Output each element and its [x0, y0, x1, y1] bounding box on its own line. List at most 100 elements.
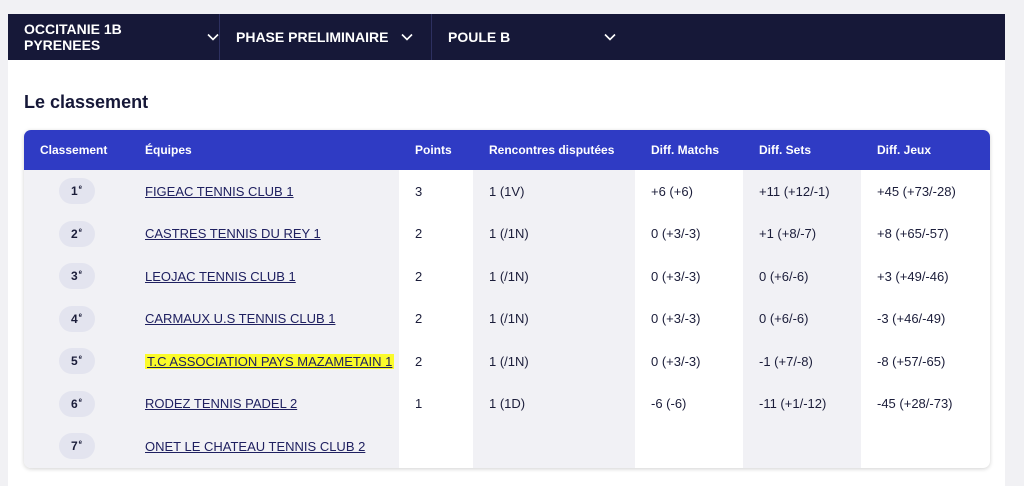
diff-games-cell: +3 (+49/-46) [877, 268, 949, 284]
team-cell: LEOJAC TENNIS CLUB 1 [129, 255, 399, 298]
rank-cell: 1e [24, 170, 129, 213]
table-row: 6 e RODEZ TENNIS PADEL 2 1 1 (1D) -6 (-6) -11 … [24, 382, 990, 425]
team-cell: T.C ASSOCIATION PAYS MAZAMETAIN 1 [129, 340, 399, 383]
points-cell: 2 [415, 311, 423, 327]
team-link[interactable]: RODEZ TENNIS PADEL 2 [145, 396, 297, 411]
team-link[interactable]: CASTRES TENNIS DU REY 1 [145, 226, 321, 241]
played-cell: 1 (1V) [473, 170, 635, 213]
table-row: 4 e CARMAUX U.S TENNIS CLUB 1 2 1 (/1N) 0 (+3… [24, 297, 990, 340]
diff-games-cell: -45 (+28/-73) [877, 396, 953, 412]
table-header-row: Classement Équipes Points Rencontres dis… [24, 130, 990, 170]
chevron-down-icon [207, 33, 219, 41]
diff-matches-cell: 0 (+3/-3) [651, 268, 701, 284]
rank-number: 7 [70, 439, 78, 454]
header-points: Points [415, 143, 452, 157]
played-cell: 1 (1D) [473, 382, 635, 425]
diff-sets-cell: -11 (+1/-12) [743, 382, 861, 425]
played-cell: 1 (/1N) [473, 297, 635, 340]
team-link[interactable]: FIGEAC TENNIS CLUB 1 [145, 184, 294, 199]
rank-cell: 2e [24, 212, 129, 255]
diff-sets-cell [743, 425, 861, 468]
table-row: 3 e LEOJAC TENNIS CLUB 1 2 1 (/1N) 0 (+3/-3) 0… [24, 255, 990, 298]
rank-suffix: e [78, 397, 83, 404]
rank-cell: 7e [24, 425, 129, 468]
diff-sets-cell: -1 (+7/-8) [743, 340, 861, 383]
rank-badge: 7e [58, 433, 95, 460]
diff-sets-cell: 0 (+6/-6) [743, 297, 861, 340]
team-cell: CASTRES TENNIS DU REY 1 [129, 212, 399, 255]
rank-suffix: e [78, 312, 83, 319]
diff-matches-cell: -6 (-6) [651, 396, 687, 412]
points-cell: 2 [415, 353, 423, 369]
points-cell [399, 425, 473, 468]
rank-cell: 3e [24, 255, 129, 298]
rank-number: 3 [70, 269, 78, 284]
team-cell: CARMAUX U.S TENNIS CLUB 1 [129, 297, 399, 340]
chevron-down-icon [604, 33, 616, 41]
rank-badge: 3e [58, 263, 95, 290]
table-row: 2 e CASTRES TENNIS DU REY 121 (/1N) 0 (+3/-… [24, 212, 990, 255]
header-diff-games: Diff. Jeux [877, 143, 932, 157]
header-rank: Classement [40, 143, 108, 157]
table-row: 7 e ONET LE CHATEAU TENNIS CLUB 2 [24, 425, 990, 468]
points-cell: 1 [415, 396, 423, 412]
diff-sets-cell: +1 (+8/-7) [743, 212, 861, 255]
rank-suffix: e [78, 355, 83, 362]
standings-table: Classement Équipes Points Rencontres dis… [24, 130, 990, 468]
team-link[interactable]: LEOJAC TENNIS CLUB 1 [145, 269, 296, 284]
diff-matches-cell: 0 (+3/-3) [651, 311, 701, 327]
league-filter-dropdown[interactable]: OCCITANIE 1B PYRENEES [8, 14, 220, 60]
rank-badge: 1e [58, 178, 95, 205]
team-cell: RODEZ TENNIS PADEL 2 [129, 382, 399, 425]
header-played: Rencontres disputées [489, 143, 615, 157]
rank-badge: 4e [58, 305, 95, 332]
page-frame: OCCITANIE 1B PYRENEES PHASE PRELIMINAIRE… [8, 14, 1005, 486]
rank-suffix: e [78, 185, 83, 192]
rank-number: 5 [70, 354, 78, 369]
pool-filter-label: POULE B [448, 29, 511, 45]
rank-suffix: e [78, 227, 83, 234]
chevron-down-icon [401, 33, 413, 41]
rank-suffix: e [78, 440, 83, 447]
table-row: 5 e T.C ASSOCIATION PAYS MAZAMETAIN 1 2 1 (/… [24, 340, 990, 383]
diff-matches-cell: 0 (+3/-3) [651, 353, 701, 369]
team-link[interactable]: ONET LE CHATEAU TENNIS CLUB 2 [145, 439, 365, 454]
diff-games-cell: -3 (+46/-49) [877, 311, 946, 327]
team-cell: ONET LE CHATEAU TENNIS CLUB 2 [129, 425, 399, 468]
played-cell: 1 (/1N) [473, 255, 635, 298]
points-cell: 2 [415, 226, 423, 242]
played-cell [473, 425, 635, 468]
diff-games-cell: +45 (+73/-28) [877, 183, 956, 199]
filter-bar: OCCITANIE 1B PYRENEES PHASE PRELIMINAIRE… [8, 14, 1005, 60]
team-link[interactable]: T.C ASSOCIATION PAYS MAZAMETAIN 1 [145, 353, 395, 369]
team-cell: FIGEAC TENNIS CLUB 1 [129, 170, 399, 213]
rank-number: 1 [70, 184, 78, 199]
rank-badge: 2e [58, 220, 95, 247]
table-row: 1 e FIGEAC TENNIS CLUB 1 3 1 (1V) +6 (+6) +11 … [24, 170, 990, 213]
rank-number: 2 [70, 226, 78, 241]
diff-matches-cell: 0 (+3/-3) [651, 226, 701, 242]
diff-games-cell [861, 425, 990, 468]
pool-filter-dropdown[interactable]: POULE B [432, 14, 634, 60]
diff-sets-cell: +11 (+12/-1) [743, 170, 861, 213]
played-cell: 1 (/1N) [473, 212, 635, 255]
rank-number: 6 [70, 396, 78, 411]
diff-games-cell: +8 (+65/-57) [877, 226, 949, 242]
rank-suffix: e [78, 270, 83, 277]
phase-filter-dropdown[interactable]: PHASE PRELIMINAIRE [220, 14, 432, 60]
team-link[interactable]: CARMAUX U.S TENNIS CLUB 1 [145, 311, 335, 326]
league-filter-label: OCCITANIE 1B PYRENEES [24, 21, 122, 53]
header-diff-sets: Diff. Sets [759, 143, 812, 157]
diff-sets-cell: 0 (+6/-6) [743, 255, 861, 298]
section-title: Le classement [24, 92, 149, 112]
points-cell: 2 [415, 268, 423, 284]
diff-matches-cell: +6 (+6) [651, 183, 693, 199]
header-diff-matches: Diff. Matchs [651, 143, 720, 157]
diff-games-cell: -8 (+57/-65) [877, 353, 946, 369]
rank-cell: 6e [24, 382, 129, 425]
rank-number: 4 [70, 311, 78, 326]
rank-badge: 6e [58, 390, 95, 417]
header-team: Équipes [145, 143, 192, 157]
rank-cell: 4e [24, 297, 129, 340]
phase-filter-label: PHASE PRELIMINAIRE [236, 29, 389, 45]
